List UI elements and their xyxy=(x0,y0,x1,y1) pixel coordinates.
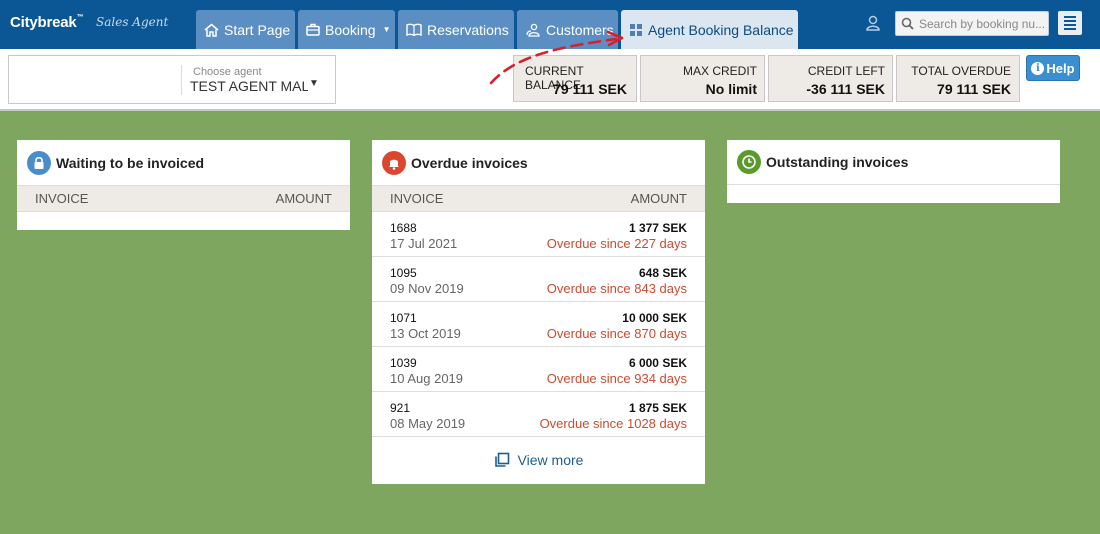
invoice-row[interactable]: 1688 17 Jul 2021 1 377 SEK Overdue since… xyxy=(372,212,705,257)
help-label: Help xyxy=(1046,60,1075,76)
overdue-status: Overdue since 843 days xyxy=(546,281,687,296)
brand-subtitle: Sales Agent xyxy=(96,15,169,29)
card-header: Overdue invoices xyxy=(372,140,705,185)
invoice-amount: 1 377 SEK xyxy=(628,221,687,235)
annotation-arrow-icon xyxy=(489,30,624,85)
invoice-amount: 648 SEK xyxy=(638,266,687,280)
invoice-column-label: INVOICE xyxy=(35,191,89,206)
agent-selector[interactable]: Choose agent TEST AGENT MALE ▼ xyxy=(8,55,336,104)
copy-icon xyxy=(494,452,509,467)
divider xyxy=(181,65,182,95)
invoice-row[interactable]: 921 08 May 2019 1 875 SEK Overdue since … xyxy=(372,392,705,437)
invoice-row[interactable]: 1039 10 Aug 2019 6 000 SEK Overdue since… xyxy=(372,347,705,392)
invoice-date: 09 Nov 2019 xyxy=(390,281,464,296)
lock-icon xyxy=(27,150,51,175)
overdue-status: Overdue since 1028 days xyxy=(539,416,687,431)
invoice-row[interactable]: 1095 09 Nov 2019 648 SEK Overdue since 8… xyxy=(372,257,705,302)
chevron-down-icon: ▼ xyxy=(382,25,391,34)
menu-bar xyxy=(1064,28,1076,30)
invoice-amount: 6 000 SEK xyxy=(628,356,687,370)
amount-column-label: AMOUNT xyxy=(630,191,687,206)
overdue-status: Overdue since 870 days xyxy=(546,326,687,341)
overdue-status: Overdue since 227 days xyxy=(546,236,687,251)
card-title: Waiting to be invoiced xyxy=(56,154,205,171)
max-credit-title: MAX CREDIT xyxy=(682,64,757,78)
clock-icon xyxy=(737,150,761,174)
tab-agent-booking-balance[interactable]: Agent Booking Balance xyxy=(621,10,798,49)
tab-start-page[interactable]: Start Page xyxy=(196,10,295,49)
tab-booking[interactable]: Booking ▼ xyxy=(298,10,395,49)
view-more-link[interactable]: View more xyxy=(372,437,705,482)
info-icon: i xyxy=(1031,61,1045,75)
invoice-number: 1095 xyxy=(390,266,417,280)
invoice-date: 10 Aug 2019 xyxy=(390,371,464,386)
home-icon xyxy=(204,22,219,37)
card-title: Outstanding invoices xyxy=(766,154,909,170)
max-credit-value: No limit xyxy=(705,81,757,97)
overdue-status: Overdue since 934 days xyxy=(546,371,687,386)
menu-bar xyxy=(1064,16,1076,18)
chevron-down-icon: ▼ xyxy=(309,78,319,89)
menu-button[interactable] xyxy=(1058,11,1082,35)
invoice-number: 921 xyxy=(390,401,411,415)
invoice-column-label: INVOICE xyxy=(390,191,444,206)
column-header: INVOICE AMOUNT xyxy=(17,185,350,212)
agent-selector-value: TEST AGENT MALE xyxy=(190,78,308,94)
invoice-amount: 10 000 SEK xyxy=(622,311,687,325)
brand-tm: ™ xyxy=(76,14,84,21)
total-overdue-title: TOTAL OVERDUE xyxy=(911,64,1011,78)
tab-label: Agent Booking Balance xyxy=(648,21,794,38)
invoice-number: 1071 xyxy=(390,311,417,325)
total-overdue: TOTAL OVERDUE 79 111 SEK xyxy=(896,55,1020,102)
view-more-label: View more xyxy=(517,451,584,468)
briefcase-icon xyxy=(306,23,320,36)
card-header: Waiting to be invoiced xyxy=(17,140,350,185)
search-icon xyxy=(901,17,914,30)
overdue-invoices-card: Overdue invoices INVOICE AMOUNT 1688 17 … xyxy=(372,140,705,484)
search-input[interactable] xyxy=(919,16,1047,31)
brand-logo[interactable]: Citybreak™ xyxy=(10,14,84,31)
invoice-date: 13 Oct 2019 xyxy=(390,326,461,341)
invoice-number: 1688 xyxy=(390,221,417,235)
book-icon xyxy=(406,23,422,36)
user-icon[interactable] xyxy=(865,14,881,37)
tab-label: Start Page xyxy=(224,21,291,38)
invoice-date: 17 Jul 2021 xyxy=(390,236,458,251)
column-header: INVOICE AMOUNT xyxy=(372,185,705,212)
max-credit: MAX CREDIT No limit xyxy=(640,55,765,102)
card-header: Outstanding invoices xyxy=(727,140,1060,185)
outstanding-invoices-card: Outstanding invoices xyxy=(727,140,1060,203)
menu-bar xyxy=(1064,24,1076,26)
card-title: Overdue invoices xyxy=(411,154,528,171)
search-box xyxy=(895,11,1049,36)
bell-icon xyxy=(382,150,406,175)
waiting-invoices-card: Waiting to be invoiced INVOICE AMOUNT xyxy=(17,140,350,230)
credit-left-title: CREDIT LEFT xyxy=(807,64,885,78)
invoice-amount: 1 875 SEK xyxy=(628,401,687,415)
menu-bar xyxy=(1064,20,1076,22)
credit-left: CREDIT LEFT -36 111 SEK xyxy=(768,55,893,102)
invoice-date: 08 May 2019 xyxy=(390,416,466,431)
tab-label: Booking xyxy=(325,21,376,38)
agent-selector-label: Choose agent xyxy=(193,66,262,78)
amount-column-label: AMOUNT xyxy=(275,191,332,206)
invoice-number: 1039 xyxy=(390,356,417,370)
help-button[interactable]: i Help xyxy=(1026,55,1080,81)
credit-left-value: -36 111 SEK xyxy=(806,81,885,97)
invoice-row[interactable]: 1071 13 Oct 2019 10 000 SEK Overdue sinc… xyxy=(372,302,705,347)
total-overdue-value: 79 111 SEK xyxy=(937,81,1011,97)
brand-name: Citybreak xyxy=(10,14,77,31)
